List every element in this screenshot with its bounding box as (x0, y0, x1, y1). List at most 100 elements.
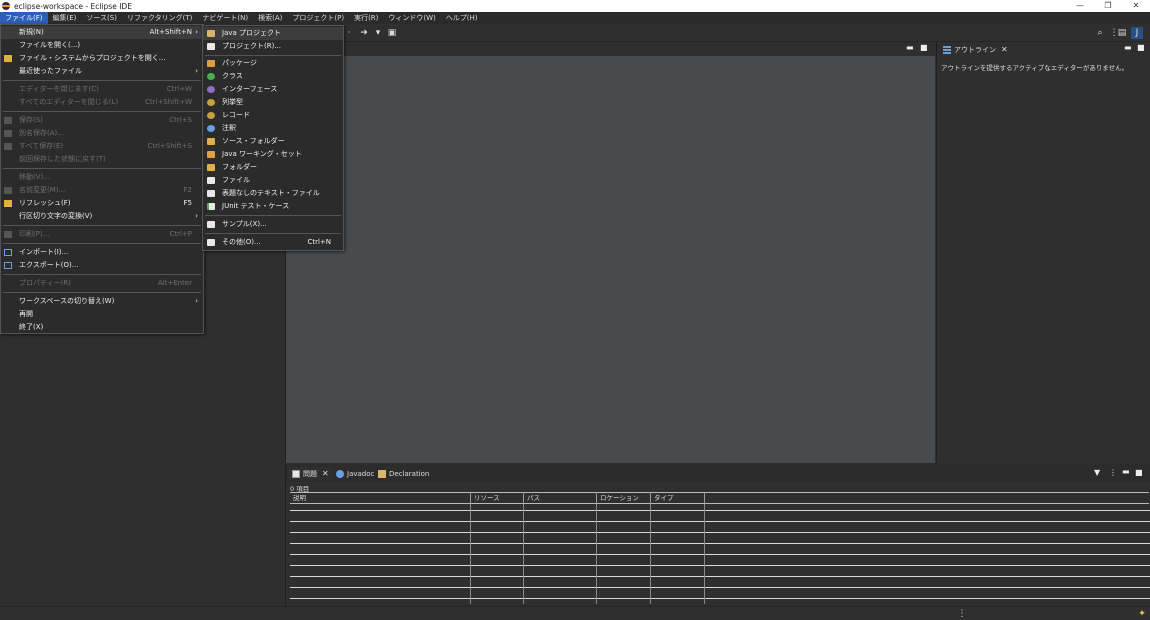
menu-item-export[interactable]: エクスポート(O)... (1, 259, 203, 272)
submenu-item-package[interactable]: パッケージ (203, 57, 343, 70)
declaration-icon (378, 469, 386, 478)
submenu-item-record[interactable]: レコード (203, 109, 343, 122)
column-header-type[interactable]: タイプ (651, 492, 705, 504)
folder-icon (207, 164, 215, 171)
separator-icon: · (347, 28, 351, 38)
submenu-item-project[interactable]: プロジェクト(R)... (203, 40, 343, 53)
minimize-icon[interactable]: ▬ (906, 43, 914, 52)
column-header-resource[interactable]: リソース (471, 492, 524, 504)
tab-outline[interactable]: アウトライン ✕ (939, 43, 1012, 56)
dropdown-icon[interactable]: ▾ (372, 27, 384, 39)
menu-help[interactable]: ヘルプ(H) (441, 12, 483, 24)
menu-navigate[interactable]: ナビゲート(N) (197, 12, 253, 24)
menu-item-save[interactable]: 保存(S) Ctrl+S (1, 114, 203, 127)
lightbulb-icon[interactable]: ✦ (1136, 608, 1148, 620)
menu-item-revert[interactable]: 前回保存した状態に戻す(T) (1, 153, 203, 166)
minimize-icon[interactable]: ▬ (1124, 43, 1132, 52)
submenu-item-sample[interactable]: サンプル(X)... (203, 218, 343, 231)
new-submenu: Java プロジェクト プロジェクト(R)... パッケージ クラス インターフ… (202, 25, 344, 251)
menu-search[interactable]: 検索(A) (253, 12, 287, 24)
forward-arrow-icon[interactable]: ➜ (358, 27, 370, 39)
menu-run[interactable]: 実行(R) (349, 12, 383, 24)
submenu-item-class[interactable]: クラス (203, 70, 343, 83)
filter-icon[interactable]: ▼ (1094, 468, 1100, 477)
menu-item-properties[interactable]: プロパティー(R) Alt+Enter (1, 277, 203, 290)
rename-icon (4, 187, 12, 194)
menu-item-close-all[interactable]: すべてのエディターを閉じる(L) Ctrl+Shift+W (1, 96, 203, 109)
submenu-item-untitled-text-file[interactable]: 表題なしのテキスト・ファイル (203, 187, 343, 200)
maximize-icon[interactable]: ■ (1137, 43, 1145, 52)
menu-item-close-editor[interactable]: エディターを閉じます(C) Ctrl+W (1, 83, 203, 96)
menu-item-save-all[interactable]: すべて保存(E) Ctrl+Shift+S (1, 140, 203, 153)
close-icon[interactable]: ✕ (322, 469, 329, 478)
close-button[interactable]: ✕ (1122, 0, 1150, 12)
menu-item-move[interactable]: 移動(V)... (1, 171, 203, 184)
menu-item-refresh[interactable]: リフレッシュ(F) F5 (1, 197, 203, 210)
column-header-location[interactable]: ロケーション (597, 492, 651, 504)
submenu-item-java-project[interactable]: Java プロジェクト (203, 27, 343, 40)
print-icon (4, 231, 12, 238)
menu-source[interactable]: ソース(S) (81, 12, 122, 24)
submenu-item-junit-test-case[interactable]: JUnit テスト・ケース (203, 200, 343, 213)
menu-item-switch-workspace[interactable]: ワークスペースの切り替え(W) › (1, 295, 203, 308)
menu-item-recent-files[interactable]: 最近使ったファイル › (1, 65, 203, 78)
view-menu-icon[interactable]: ⋮ (1109, 468, 1117, 477)
menu-separator (205, 233, 341, 234)
menu-item-rename[interactable]: 名前変更(M)... F2 (1, 184, 203, 197)
menu-window[interactable]: ウィンドウ(W) (383, 12, 440, 24)
submenu-item-working-set[interactable]: Java ワーキング・セット (203, 148, 343, 161)
java-perspective-icon[interactable]: J (1131, 27, 1143, 39)
submenu-item-file[interactable]: ファイル (203, 174, 343, 187)
submenu-item-annotation[interactable]: 注釈 (203, 122, 343, 135)
submenu-item-other[interactable]: その他(O)... Ctrl+N (203, 236, 343, 249)
class-icon (207, 73, 215, 80)
menu-project[interactable]: プロジェクト(P) (287, 12, 349, 24)
pin-icon[interactable]: ▣ (386, 27, 398, 39)
title-bar: eclipse-workspace - Eclipse IDE — ❐ ✕ (0, 0, 1150, 12)
outline-icon (943, 45, 951, 54)
submenu-item-source-folder[interactable]: ソース・フォルダー (203, 135, 343, 148)
menu-edit[interactable]: 編集(E) (48, 12, 82, 24)
menu-item-exit[interactable]: 終了(X) (1, 321, 203, 334)
menu-separator (205, 215, 341, 216)
column-header-path[interactable]: パス (524, 492, 597, 504)
menu-refactor[interactable]: リファクタリング(T) (122, 12, 197, 24)
tab-declaration[interactable]: Declaration (374, 467, 433, 480)
column-header-description[interactable]: 説明 (290, 492, 471, 504)
menu-item-open-from-filesystem[interactable]: ファイル・システムからプロジェクトを開く... (1, 52, 203, 65)
menu-item-save-as[interactable]: 別名保存(A)... (1, 127, 203, 140)
tab-javadoc[interactable]: Javadoc (332, 467, 378, 480)
problems-tab-label: 問題 (303, 469, 317, 478)
menu-separator (205, 55, 341, 56)
menu-item-new[interactable]: 新規(N) Alt+Shift+N › (1, 26, 203, 39)
problems-table: 説明 リソース パス ロケーション タイプ (290, 492, 1150, 604)
open-perspective-icon[interactable]: ▤ (1116, 27, 1128, 39)
maximize-icon[interactable]: ■ (920, 43, 928, 52)
menu-separator (3, 274, 201, 275)
restore-button[interactable]: ❐ (1094, 0, 1122, 12)
menu-item-open-file[interactable]: ファイルを開く(...) (1, 39, 203, 52)
problems-tabrow: 問題 ✕ Javadoc Declaration ▼ ⋮ ▬ ■ (286, 464, 1150, 482)
submenu-item-folder[interactable]: フォルダー (203, 161, 343, 174)
source-folder-icon (207, 138, 215, 145)
menu-item-restart[interactable]: 再開 (1, 308, 203, 321)
submenu-item-enum[interactable]: 列挙型 (203, 96, 343, 109)
tab-problems[interactable]: 問題 ✕ (288, 467, 333, 480)
maximize-icon[interactable]: ■ (1135, 468, 1143, 477)
menu-item-import[interactable]: インポート(I)... (1, 246, 203, 259)
submenu-item-interface[interactable]: インターフェース (203, 83, 343, 96)
table-row (290, 543, 1150, 544)
annotation-icon (207, 125, 215, 132)
close-icon[interactable]: ✕ (1001, 45, 1008, 54)
javadoc-icon (336, 469, 344, 478)
menu-file[interactable]: ファイル(F) (0, 12, 48, 24)
import-icon (4, 249, 12, 256)
menu-item-print[interactable]: 印刷(P)... Ctrl+P (1, 228, 203, 241)
search-icon[interactable]: ⌕ (1094, 27, 1106, 39)
menu-item-convert-line-delimiters[interactable]: 行区切り文字の変換(V) › (1, 210, 203, 223)
column-divider (523, 504, 524, 604)
folder-icon (4, 55, 12, 62)
sample-icon (207, 221, 215, 228)
minimize-button[interactable]: — (1066, 0, 1094, 12)
minimize-icon[interactable]: ▬ (1122, 467, 1130, 476)
